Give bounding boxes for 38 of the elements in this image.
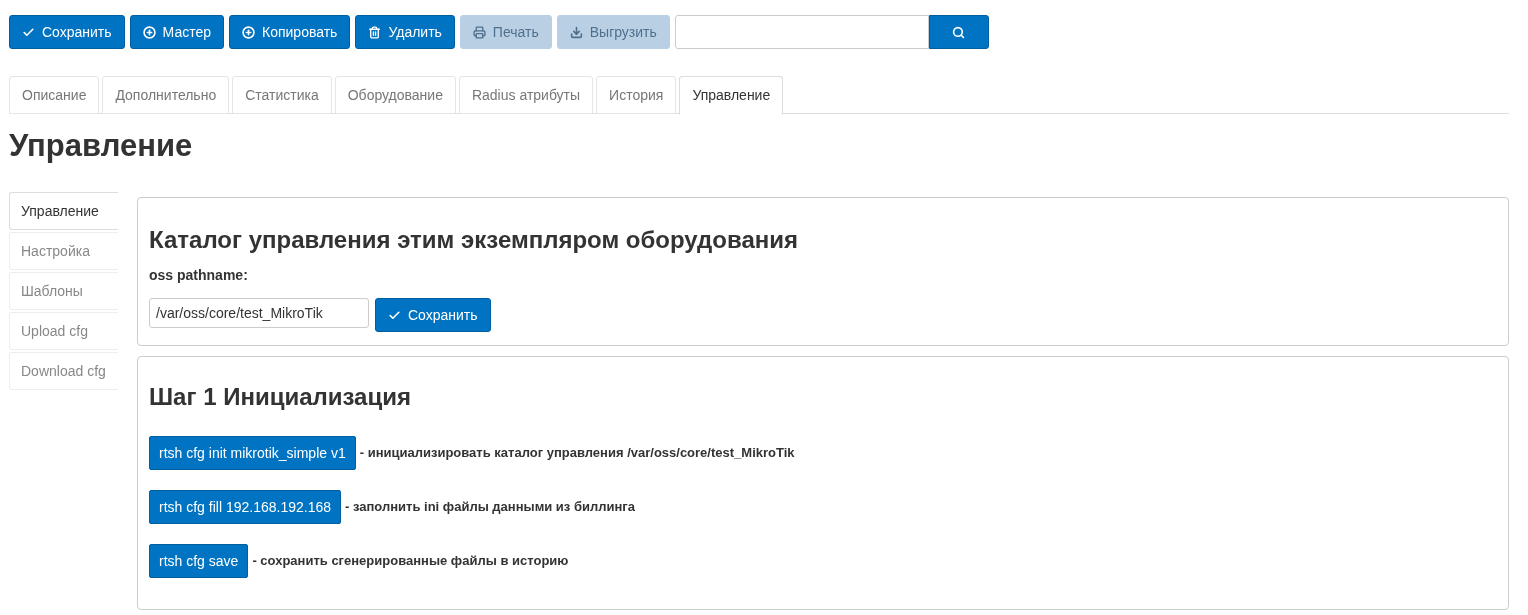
tab[interactable]: Radius атрибуты: [458, 76, 594, 114]
plus-circle-icon: [242, 25, 255, 39]
command-button[interactable]: rtsh cfg save: [149, 544, 249, 578]
printer-icon: [472, 25, 486, 39]
command-description: - заполнить ini файлы данными из биллинга: [345, 498, 635, 517]
field-label: oss pathname:: [149, 266, 249, 285]
search-field[interactable]: [674, 15, 929, 49]
download-icon: [569, 25, 583, 39]
page-title: Управление: [9, 127, 194, 165]
tab[interactable]: Описание: [9, 76, 100, 114]
panel-title: Каталог управления этим экземпляром оборудования: [149, 225, 799, 255]
command-description: - инициализировать каталог управления /var/oss/core/test_MikroTik: [359, 444, 795, 463]
panel-title: Шаг 1 Инициализация: [149, 382, 412, 412]
tab[interactable]: Дополнительно: [102, 76, 230, 114]
plus-circle-icon: [142, 25, 156, 39]
pathname-field[interactable]: /var/oss/core/test_MikroTik: [149, 298, 369, 328]
trash-icon: [368, 25, 382, 39]
tab[interactable]: Статистика: [232, 76, 332, 114]
side-tab[interactable]: Upload cfg: [9, 312, 118, 350]
side-tab[interactable]: Управление: [9, 192, 118, 230]
tab[interactable]: История: [596, 76, 677, 114]
toolbar-button[interactable]: Мастер: [129, 15, 224, 49]
check-icon: [388, 308, 401, 322]
toolbar-button[interactable]: Сохранить: [9, 15, 125, 49]
toolbar-button[interactable]: Копировать: [229, 15, 351, 49]
side-tab[interactable]: Шаблоны: [9, 272, 118, 310]
tab[interactable]: Оборудование: [334, 76, 456, 114]
toolbar-button[interactable]: Удалить: [355, 15, 455, 49]
save-button[interactable]: Сохранить: [375, 298, 491, 332]
command-button[interactable]: rtsh cfg init mikrotik_simple v1: [149, 436, 356, 470]
tab[interactable]: Управление: [679, 76, 784, 115]
command-button[interactable]: rtsh cfg fill 192.168.192.168: [149, 490, 341, 524]
search-icon: [952, 25, 966, 39]
search-button[interactable]: [928, 15, 989, 49]
check-icon: [22, 25, 35, 39]
command-description: - сохранить сгенерированные файлы в историю: [252, 552, 569, 571]
side-tab[interactable]: Настройка: [9, 232, 118, 270]
side-tab[interactable]: Download cfg: [9, 352, 118, 390]
